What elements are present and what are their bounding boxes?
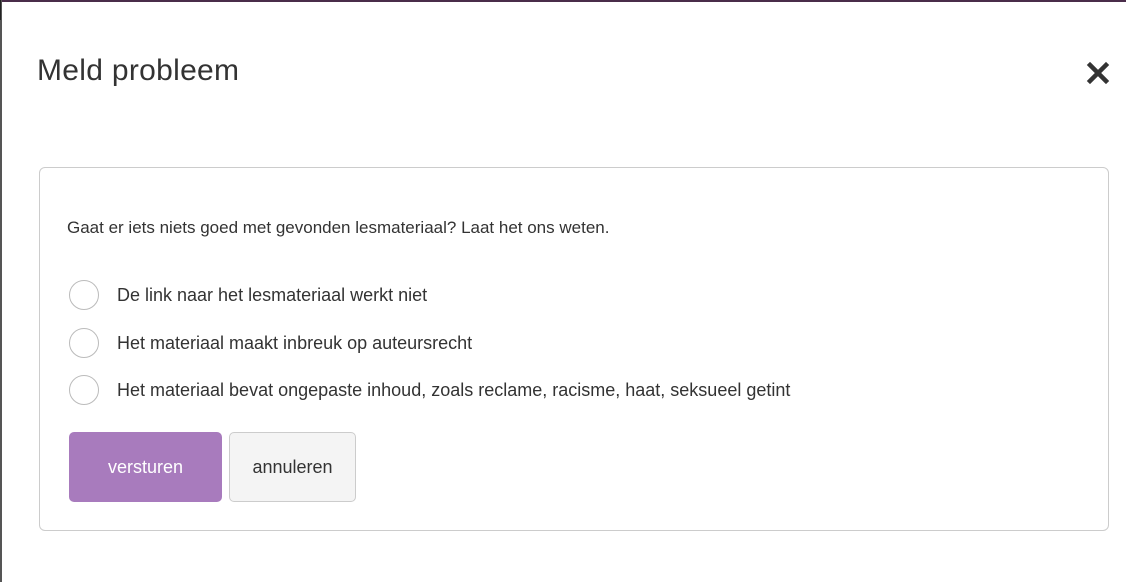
option-label: De link naar het lesmateriaal werkt niet bbox=[117, 284, 428, 305]
close-button[interactable] bbox=[1083, 58, 1113, 88]
radio-button[interactable] bbox=[69, 375, 99, 405]
option-broken-link[interactable]: De link naar het lesmateriaal werkt niet bbox=[69, 280, 427, 310]
modal-title: Meld probleem bbox=[37, 54, 240, 87]
option-label: Het materiaal maakt inbreuk op auteursre… bbox=[117, 332, 473, 353]
option-inappropriate-content[interactable]: Het materiaal bevat ongepaste inhoud, zo… bbox=[69, 375, 790, 405]
report-form-panel: Gaat er iets niets goed met gevonden les… bbox=[39, 167, 1109, 531]
radio-button[interactable] bbox=[69, 328, 99, 358]
page: Meld probleem Gaat er iets niets goed me… bbox=[0, 0, 1126, 582]
submit-button[interactable]: versturen bbox=[69, 432, 222, 502]
report-problem-modal: Meld probleem Gaat er iets niets goed me… bbox=[2, 2, 1126, 582]
option-copyright[interactable]: Het materiaal maakt inbreuk op auteursre… bbox=[69, 328, 472, 358]
option-label: Het materiaal bevat ongepaste inhoud, zo… bbox=[117, 379, 791, 400]
cancel-button[interactable]: annuleren bbox=[229, 432, 356, 502]
form-intro-text: Gaat er iets niets goed met gevonden les… bbox=[67, 218, 610, 237]
close-icon bbox=[1086, 61, 1110, 85]
modal-header: Meld probleem bbox=[2, 2, 1126, 122]
modal-left-tick bbox=[0, 0, 1, 20]
radio-button[interactable] bbox=[69, 280, 99, 310]
